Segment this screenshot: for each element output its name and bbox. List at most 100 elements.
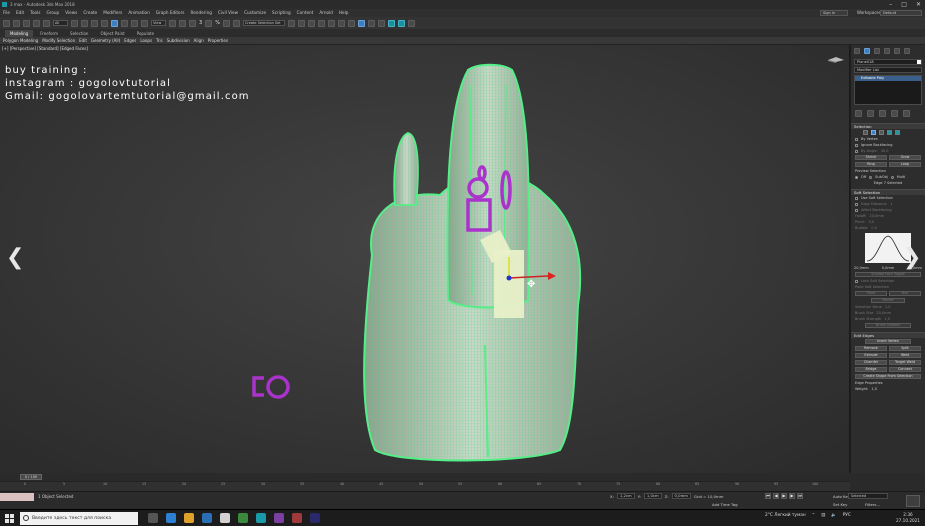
unlink-icon[interactable] bbox=[33, 19, 40, 27]
z-coord-field[interactable]: 0,0mm bbox=[671, 493, 691, 499]
edit-named-sel-icon[interactable] bbox=[232, 19, 240, 27]
snap-toggle[interactable]: 3 bbox=[199, 20, 202, 26]
place-icon[interactable] bbox=[141, 19, 148, 27]
maxscript-listener[interactable] bbox=[0, 493, 34, 501]
task-view-icon[interactable] bbox=[148, 513, 158, 523]
prev-frame-icon[interactable]: ◀ bbox=[773, 493, 779, 499]
toggle-layer-explorer-icon[interactable] bbox=[317, 19, 325, 27]
selection-filter-dropdown[interactable]: All bbox=[53, 20, 68, 26]
app-icon-5[interactable] bbox=[310, 513, 320, 523]
y-coord-field[interactable]: 1,0cm bbox=[643, 493, 662, 499]
weather-text[interactable]: 2°C Легкий туман bbox=[765, 513, 806, 518]
menu-arnold[interactable]: Arnold bbox=[319, 9, 333, 17]
modifier-stack[interactable]: Editable Poly bbox=[854, 75, 922, 105]
stack-item-editable-poly[interactable]: Editable Poly bbox=[855, 76, 921, 81]
motion-tab-icon[interactable] bbox=[884, 48, 890, 54]
weight-value[interactable]: 1,0 bbox=[871, 387, 877, 391]
falloff-value[interactable]: 20,0mm bbox=[870, 214, 885, 218]
border-level-icon[interactable] bbox=[879, 130, 884, 135]
bridge-button[interactable]: Bridge bbox=[855, 367, 887, 372]
mirror-icon[interactable] bbox=[287, 19, 295, 27]
by-angle-checkbox[interactable] bbox=[855, 149, 858, 153]
toggle-ribbon-icon[interactable] bbox=[327, 19, 335, 27]
tab-populate[interactable]: Populate bbox=[132, 30, 159, 37]
chrome-icon[interactable] bbox=[238, 513, 248, 523]
render-setup-icon[interactable] bbox=[367, 19, 375, 27]
ribbon-tris[interactable]: Tris bbox=[156, 37, 163, 44]
grow-button[interactable]: Grow bbox=[889, 155, 921, 160]
network-icon[interactable]: ▤ bbox=[821, 513, 825, 518]
ring-button[interactable]: Ring bbox=[855, 162, 887, 167]
remove-modifier-icon[interactable] bbox=[891, 110, 898, 117]
schematic-view-icon[interactable] bbox=[347, 19, 355, 27]
set-key-button[interactable]: Set Key bbox=[833, 502, 847, 507]
photoshop-icon[interactable] bbox=[202, 513, 212, 523]
menu-file[interactable]: File bbox=[3, 9, 10, 17]
modifier-list-dropdown[interactable]: Modifier List bbox=[854, 67, 922, 73]
shaded-face-toggle-button[interactable]: Shaded Face Toggle bbox=[855, 272, 921, 277]
select-move-icon[interactable] bbox=[111, 19, 118, 27]
menu-modifiers[interactable]: Modifiers bbox=[103, 9, 122, 17]
menu-rendering[interactable]: Rendering bbox=[191, 9, 212, 17]
time-config-icon[interactable] bbox=[906, 495, 920, 507]
rendered-frame-icon[interactable] bbox=[377, 19, 385, 27]
brush-size-value[interactable]: 20,0mm bbox=[876, 311, 891, 315]
volume-icon[interactable]: 🔈 bbox=[831, 513, 836, 518]
select-scale-icon[interactable] bbox=[131, 19, 138, 27]
goto-end-icon[interactable]: ⏭ bbox=[797, 493, 803, 499]
viewport-label[interactable]: [+] [Perspective] [Standard] [Edged Face… bbox=[2, 46, 88, 51]
insert-vertex-button[interactable]: Insert Vertex bbox=[865, 339, 911, 344]
polygon-level-icon[interactable] bbox=[887, 130, 892, 135]
named-selection-dropdown[interactable]: Create Selection Set bbox=[242, 20, 285, 26]
ribbon-align[interactable]: Align bbox=[194, 37, 204, 44]
tab-modeling[interactable]: Modeling bbox=[5, 30, 34, 37]
menu-scripting[interactable]: Scripting bbox=[272, 9, 291, 17]
explorer-icon[interactable] bbox=[184, 513, 194, 523]
next-arrow-icon[interactable]: ❯ bbox=[903, 245, 921, 270]
rect-selection-icon[interactable] bbox=[91, 19, 98, 27]
blur-button[interactable]: Blur bbox=[889, 291, 921, 296]
edge-distance-checkbox[interactable] bbox=[855, 202, 858, 206]
revert-button[interactable]: Revert bbox=[871, 298, 905, 303]
by-vertex-checkbox[interactable] bbox=[855, 137, 858, 141]
render-production-icon[interactable] bbox=[387, 19, 395, 27]
ribbon-loops[interactable]: Loops bbox=[140, 37, 152, 44]
render-in-cloud-icon[interactable] bbox=[407, 19, 415, 27]
perspective-viewport[interactable]: ✥ [+] [Perspective] [Standard] [Edged Fa… bbox=[0, 45, 850, 473]
connect-button[interactable]: Connect bbox=[889, 367, 921, 372]
select-manipulate-icon[interactable] bbox=[179, 19, 186, 27]
tab-selection[interactable]: Selection bbox=[65, 30, 93, 37]
app-icon-4[interactable] bbox=[292, 513, 302, 523]
menu-content[interactable]: Content bbox=[297, 9, 314, 17]
language-indicator[interactable]: РУС bbox=[843, 513, 851, 518]
remove-button[interactable]: Remove bbox=[855, 346, 887, 351]
tray-arrow-icon[interactable]: ⌃ bbox=[812, 513, 816, 518]
menu-tools[interactable]: Tools bbox=[30, 9, 40, 17]
menu-group[interactable]: Group bbox=[46, 9, 59, 17]
loop-button[interactable]: Loop bbox=[889, 162, 921, 167]
object-name-field[interactable]: Plane018 bbox=[854, 59, 922, 65]
maximize-icon[interactable]: □ bbox=[901, 0, 907, 9]
preview-multi-radio[interactable] bbox=[890, 175, 894, 179]
preview-subobj-radio[interactable] bbox=[869, 175, 873, 179]
target-weld-button[interactable]: Target Weld bbox=[889, 360, 921, 365]
taskbar-search[interactable]: Введите здесь текст для поиска bbox=[20, 512, 138, 525]
play-icon[interactable]: ▶ bbox=[781, 493, 787, 499]
vertex-level-icon[interactable] bbox=[863, 130, 868, 135]
weld-button[interactable]: Weld bbox=[889, 353, 921, 358]
time-slider-track[interactable]: 0 / 100 bbox=[0, 473, 850, 481]
minimize-icon[interactable]: – bbox=[889, 0, 892, 9]
bubble-value[interactable]: 0,0 bbox=[871, 226, 877, 230]
spinner-snap-icon[interactable] bbox=[222, 19, 230, 27]
menu-help[interactable]: Help bbox=[339, 9, 349, 17]
use-soft-checkbox[interactable] bbox=[855, 196, 858, 200]
bind-space-warp-icon[interactable] bbox=[43, 19, 50, 27]
link-icon[interactable] bbox=[23, 19, 30, 27]
menu-animation[interactable]: Animation bbox=[128, 9, 149, 17]
align-icon[interactable] bbox=[297, 19, 305, 27]
goto-start-icon[interactable]: ⏮ bbox=[765, 493, 771, 499]
ribbon-edit[interactable]: Edit bbox=[79, 37, 87, 44]
menu-create[interactable]: Create bbox=[83, 9, 97, 17]
next-frame-icon[interactable]: ▶ bbox=[789, 493, 795, 499]
selection-value-value[interactable]: 1,0 bbox=[885, 305, 891, 309]
